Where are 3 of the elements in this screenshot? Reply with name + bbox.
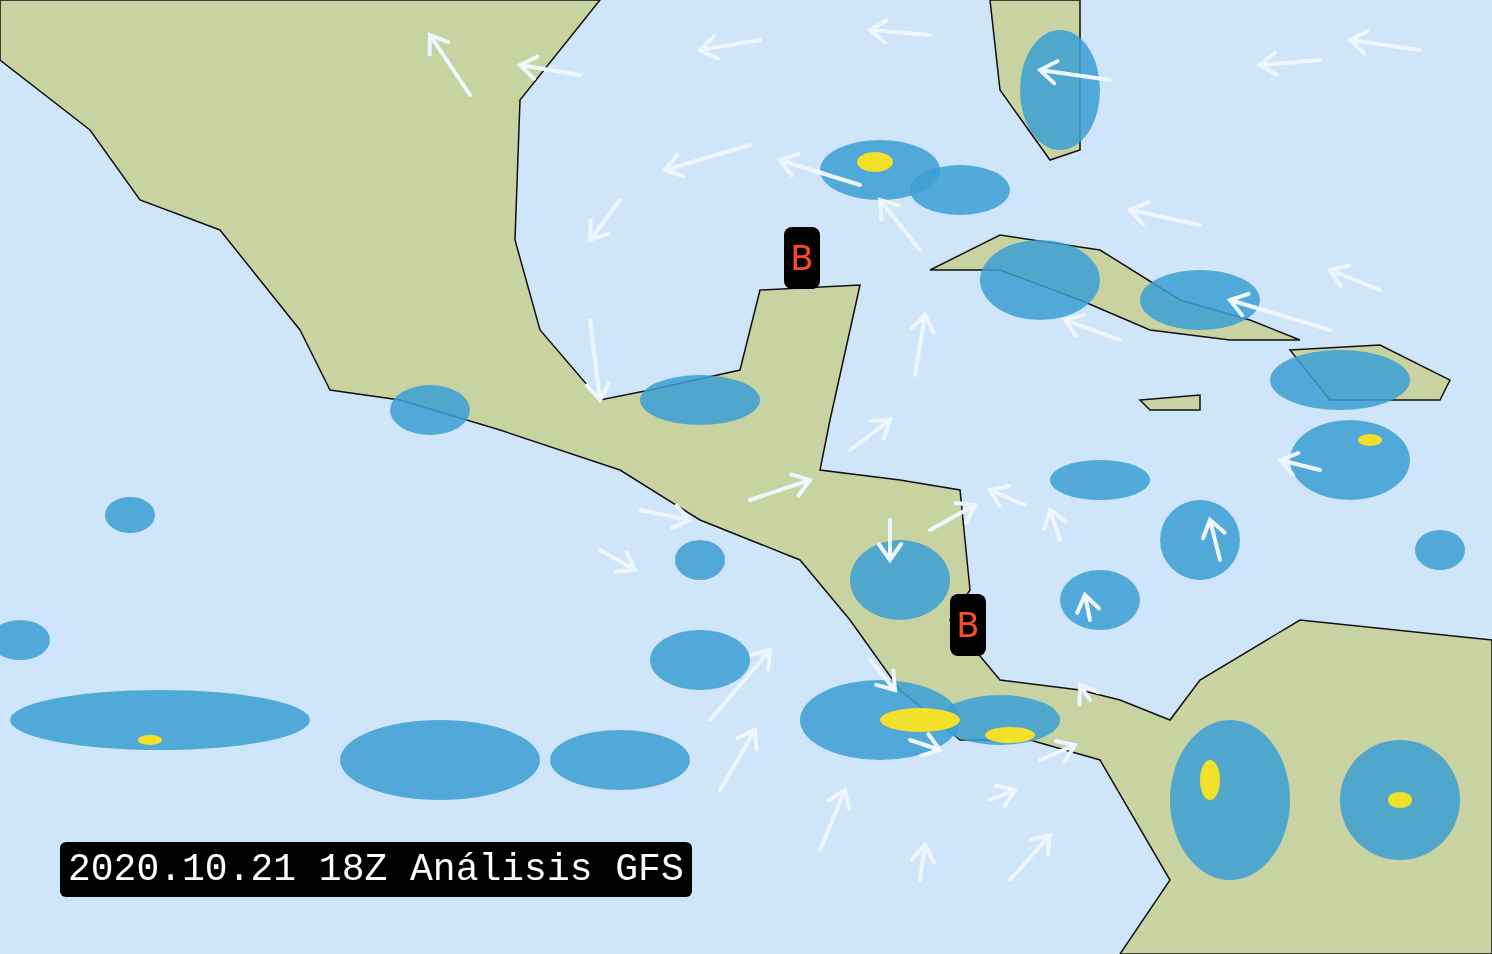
timestamp-label: 2020.10.21 18Z Análisis GFS [60,842,692,897]
low-pressure-marker: B [950,594,986,656]
low-pressure-marker: B [784,227,820,289]
